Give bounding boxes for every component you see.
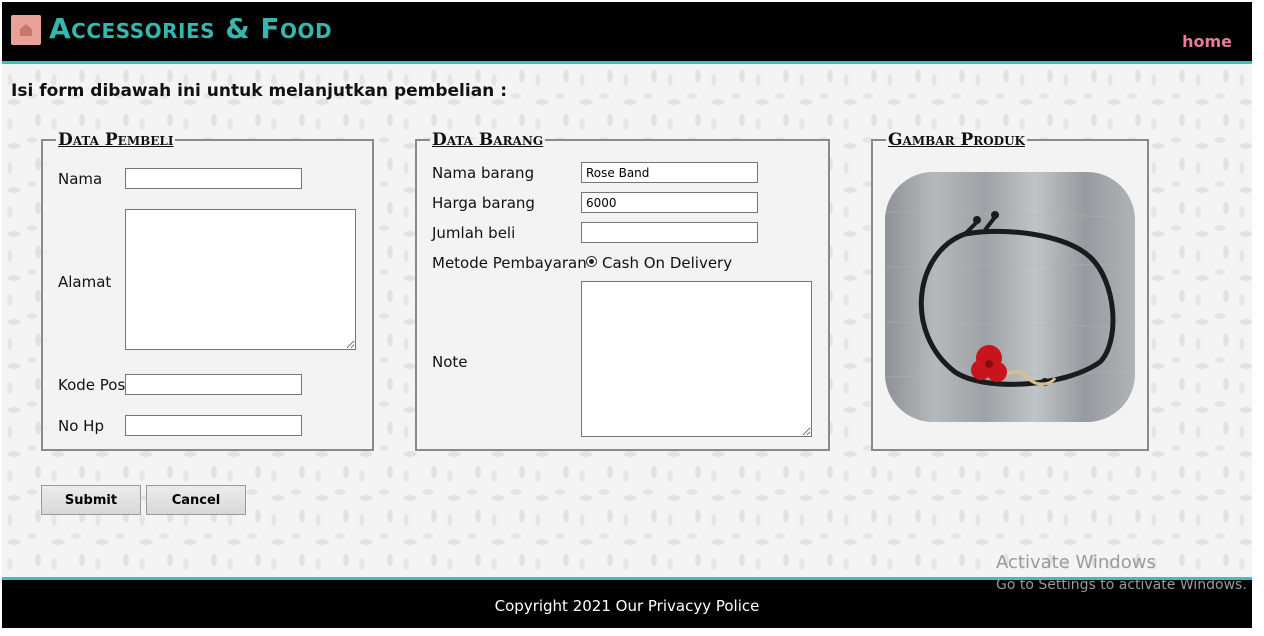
bracelet-icon — [885, 211, 1135, 387]
nohp-label: No Hp — [58, 417, 104, 435]
page-frame: Accessories & Food home Isi form dibawah… — [2, 2, 1252, 628]
note-textarea[interactable] — [581, 281, 812, 437]
site-title: Accessories & Food — [49, 12, 333, 45]
home-link[interactable]: home — [1182, 32, 1232, 51]
copyright-text: Copyright 2021 Our Privacyy Police — [494, 597, 760, 615]
form-instruction: Isi form dibawah ini untuk melanjutkan p… — [11, 81, 508, 101]
image-legend: Gambar Produk — [888, 130, 1025, 150]
cancel-button[interactable]: Cancel — [146, 485, 246, 515]
activate-windows-hint: Go to Settings to activate Windows. — [996, 577, 1247, 593]
activate-windows-watermark: Activate Windows — [996, 552, 1156, 573]
harga-barang-label: Harga barang — [432, 194, 535, 212]
nama-label: Nama — [58, 170, 103, 188]
harga-barang-input[interactable] — [581, 192, 758, 213]
submit-button[interactable]: Submit — [41, 485, 141, 515]
alamat-textarea[interactable] — [125, 209, 356, 350]
buyer-legend: Data Pembeli — [58, 130, 174, 150]
cod-radio[interactable] — [586, 256, 597, 267]
jumlah-beli-input[interactable] — [581, 222, 758, 243]
item-legend: Data Barang — [432, 130, 544, 150]
cod-option-label[interactable]: Cash On Delivery — [602, 254, 732, 272]
kodepos-input[interactable] — [125, 374, 302, 395]
product-image — [885, 172, 1135, 422]
store-logo-icon — [11, 15, 41, 45]
kodepos-label: Kode Pos — [58, 376, 126, 394]
nama-input[interactable] — [125, 168, 302, 189]
header: Accessories & Food home — [2, 2, 1252, 64]
nama-barang-input[interactable] — [581, 162, 758, 183]
nama-barang-label: Nama barang — [432, 164, 535, 182]
alamat-label: Alamat — [58, 273, 112, 291]
nohp-input[interactable] — [125, 415, 302, 436]
note-label: Note — [432, 353, 468, 371]
metode-pembayaran-label: Metode Pembayaran — [432, 254, 587, 272]
jumlah-beli-label: Jumlah beli — [432, 224, 516, 242]
